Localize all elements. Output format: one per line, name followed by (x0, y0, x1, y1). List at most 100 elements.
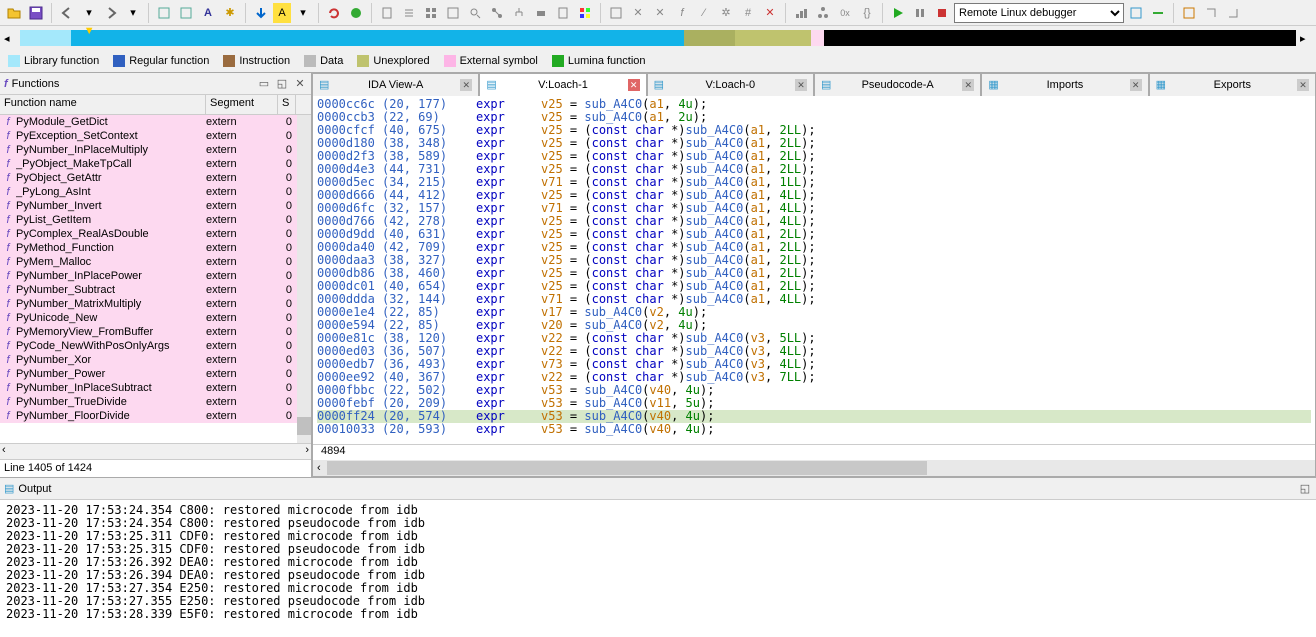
detach-icon[interactable] (1148, 3, 1168, 23)
down-arrow-icon[interactable] (251, 3, 271, 23)
step-over-icon[interactable] (1223, 3, 1243, 23)
save-icon[interactable] (26, 3, 46, 23)
record-icon[interactable] (346, 3, 366, 23)
function-row[interactable]: fPyNumber_MatrixMultiplyextern0 (0, 297, 311, 311)
function-row[interactable]: fPyNumber_Invertextern0 (0, 199, 311, 213)
function-row[interactable]: fPyMemoryView_FromBufferextern0 (0, 325, 311, 339)
xref-icon[interactable]: ✕ (628, 3, 648, 23)
function-segment: extern (206, 284, 278, 296)
function-row[interactable]: f_PyLong_AsIntextern0 (0, 185, 311, 199)
content-h-scrollbar[interactable] (313, 460, 1315, 476)
function-segment: extern (206, 368, 278, 380)
function-row[interactable]: fPyNumber_InPlaceSubtractextern0 (0, 381, 311, 395)
dropdown-icon[interactable]: ▾ (293, 3, 313, 23)
xref-to-icon[interactable]: ✕ (650, 3, 670, 23)
calc-icon[interactable] (553, 3, 573, 23)
function-row[interactable]: fPyNumber_InPlaceMultiplyextern0 (0, 143, 311, 157)
search-icon[interactable] (465, 3, 485, 23)
function-row[interactable]: fPyMethod_Functionextern0 (0, 241, 311, 255)
tab[interactable]: ▤Pseudocode-A✕ (814, 73, 981, 96)
text-icon[interactable]: A (198, 3, 218, 23)
back-icon[interactable] (57, 3, 77, 23)
hex2-icon[interactable]: 0x (835, 3, 855, 23)
tab-close-icon[interactable]: ✕ (1130, 79, 1142, 91)
tab[interactable]: ▤V:Loach-1✕ (479, 73, 646, 96)
script-icon[interactable] (606, 3, 626, 23)
function-row[interactable]: fPyException_SetContextextern0 (0, 129, 311, 143)
highlight-icon[interactable]: A (273, 3, 291, 23)
refresh-icon[interactable] (324, 3, 344, 23)
col-header-name[interactable]: Function name (0, 95, 206, 114)
pause-icon[interactable] (910, 3, 930, 23)
hash-icon[interactable]: # (738, 3, 758, 23)
h-scrollbar[interactable] (0, 443, 311, 459)
code-line[interactable]: 00010033 (20, 593) expr v53 = sub_A4C0(v… (317, 423, 1311, 436)
tab-close-icon[interactable]: ✕ (795, 79, 807, 91)
tab[interactable]: ▦Imports✕ (981, 73, 1148, 96)
print-icon[interactable] (531, 3, 551, 23)
run-icon[interactable] (888, 3, 908, 23)
function-row[interactable]: fPyNumber_Xorextern0 (0, 353, 311, 367)
stop-icon[interactable] (932, 3, 952, 23)
minimize-icon[interactable]: ▭ (257, 77, 271, 91)
forward-icon[interactable] (101, 3, 121, 23)
tab[interactable]: ▤IDA View-A✕ (312, 73, 479, 96)
tree-icon[interactable] (509, 3, 529, 23)
star-icon[interactable]: ✱ (220, 3, 240, 23)
step-icon[interactable] (1201, 3, 1221, 23)
attach-icon[interactable] (1126, 3, 1146, 23)
restore-icon[interactable]: ◱ (1298, 482, 1312, 496)
graph-icon[interactable] (487, 3, 507, 23)
scrollbar[interactable] (297, 115, 311, 443)
palette-icon[interactable] (575, 3, 595, 23)
nav-track[interactable]: ▼ (20, 30, 1296, 46)
chart-icon[interactable] (791, 3, 811, 23)
tab[interactable]: ▤V:Loach-0✕ (647, 73, 814, 96)
brace-icon[interactable]: {} (857, 3, 877, 23)
dropdown-icon[interactable]: ▾ (79, 3, 99, 23)
debugger-select[interactable]: Remote Linux debugger (954, 3, 1124, 23)
function-segment: extern (206, 256, 278, 268)
function-row[interactable]: fPyModule_GetDictextern0 (0, 115, 311, 129)
function-row[interactable]: fPyNumber_Powerextern0 (0, 367, 311, 381)
function-row[interactable]: fPyMem_Mallocextern0 (0, 255, 311, 269)
function-row[interactable]: fPyUnicode_Newextern0 (0, 311, 311, 325)
code-view[interactable]: 0000cc6c (20, 177) expr v25 = sub_A4C0(a… (312, 96, 1316, 477)
close-icon[interactable]: ✕ (293, 77, 307, 91)
function-row[interactable]: fPyList_GetItemextern0 (0, 213, 311, 227)
tool-icon[interactable] (154, 3, 174, 23)
doc-icon[interactable] (377, 3, 397, 23)
list-icon[interactable] (399, 3, 419, 23)
hex-icon[interactable] (443, 3, 463, 23)
col-header-s[interactable]: S (278, 95, 296, 114)
grid-icon[interactable] (421, 3, 441, 23)
function-row[interactable]: fPyNumber_TrueDivideextern0 (0, 395, 311, 409)
tab-close-icon[interactable]: ✕ (1297, 79, 1309, 91)
gear-icon[interactable]: ✲ (716, 3, 736, 23)
function-row[interactable]: fPyComplex_RealAsDoubleextern0 (0, 227, 311, 241)
restore-icon[interactable]: ◱ (275, 77, 289, 91)
nav-right-icon[interactable]: ▸ (1300, 32, 1312, 44)
function-row[interactable]: fPyNumber_InPlacePowerextern0 (0, 269, 311, 283)
tool-icon[interactable] (176, 3, 196, 23)
nav-left-icon[interactable]: ◂ (4, 32, 16, 44)
function-row[interactable]: fPyNumber_Subtractextern0 (0, 283, 311, 297)
tab-close-icon[interactable]: ✕ (962, 79, 974, 91)
slash-icon[interactable]: ⁄ (694, 3, 714, 23)
func-icon[interactable]: f (672, 3, 692, 23)
col-header-segment[interactable]: Segment (206, 95, 278, 114)
function-s: 0 (278, 270, 296, 282)
tab[interactable]: ▦Exports✕ (1149, 73, 1316, 96)
function-segment: extern (206, 116, 278, 128)
cancel-icon[interactable]: ✕ (760, 3, 780, 23)
function-row[interactable]: fPyCode_NewWithPosOnlyArgsextern0 (0, 339, 311, 353)
function-row[interactable]: fPyNumber_FloorDivideextern0 (0, 409, 311, 423)
tab-close-icon[interactable]: ✕ (628, 79, 640, 91)
open-icon[interactable] (4, 3, 24, 23)
dropdown-icon[interactable]: ▾ (123, 3, 143, 23)
function-row[interactable]: fPyObject_GetAttrextern0 (0, 171, 311, 185)
tab-close-icon[interactable]: ✕ (460, 79, 472, 91)
function-row[interactable]: f_PyObject_MakeTpCallextern0 (0, 157, 311, 171)
tree2-icon[interactable] (813, 3, 833, 23)
window-icon[interactable] (1179, 3, 1199, 23)
